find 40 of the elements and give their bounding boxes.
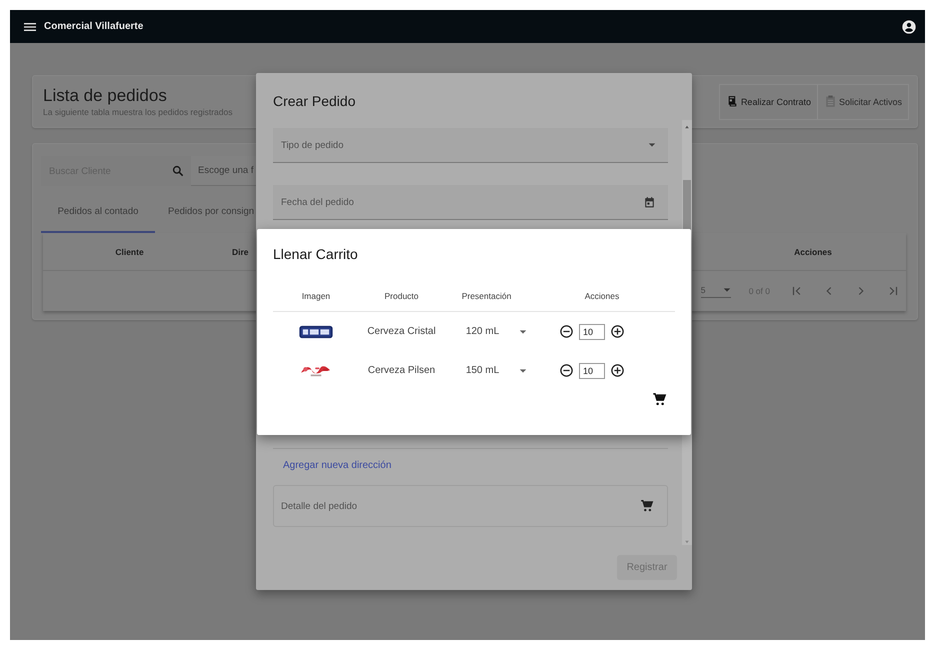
plus-icon[interactable] [610,324,625,339]
dialog-title: Llenar Carrito [273,246,359,262]
scrollbar-thumb[interactable] [683,180,691,230]
product-name: Cerveza Cristal [367,326,436,337]
search-icon[interactable] [171,164,185,178]
caret-icon [722,286,731,294]
column-header: Acciones [584,291,620,301]
column-header: Imagen [302,291,330,301]
presentation-select[interactable]: 150 mL [466,365,528,376]
cart-icon[interactable] [640,499,654,513]
caret-icon [519,366,528,374]
tab[interactable]: Pedidos por consign [155,191,268,233]
presentation-select[interactable]: 120 mL [466,326,528,337]
cart-icon[interactable] [652,392,667,407]
column-header: Dire [231,246,249,256]
column-header: Acciones [794,246,832,256]
clipboard-icon [824,95,837,108]
select-field[interactable]: Tipo de pedido [273,128,668,163]
product-name: Cerveza Pilsen [368,365,436,376]
caret-icon [519,328,528,336]
dialog-title: Crear Pedido [272,92,356,111]
column-header: Producto [384,291,419,301]
document-icon [726,95,739,108]
minus-icon[interactable] [559,324,574,339]
quantity-input[interactable]: 10 [579,362,605,378]
app-title: Comercial Villafuerte [44,21,144,32]
scroll-up-icon[interactable] [684,124,690,130]
add-address-link[interactable]: Agregar nueva dirección [283,460,392,471]
date-field[interactable]: Fecha del pedido [273,185,668,220]
account-icon[interactable] [901,18,917,34]
page-title: Lista de pedidos [43,86,167,106]
order-detail-field[interactable]: Detalle del pedido [273,485,668,527]
column-header: Presentación [462,291,512,301]
calendar-icon[interactable] [643,196,656,208]
page-size-select[interactable]: 5 [700,284,731,298]
plus-icon[interactable] [610,363,625,378]
minus-icon[interactable] [559,363,574,378]
quantity-input[interactable]: 10 [579,324,605,340]
caret-icon [648,141,656,149]
column-header: Cliente [115,246,144,256]
